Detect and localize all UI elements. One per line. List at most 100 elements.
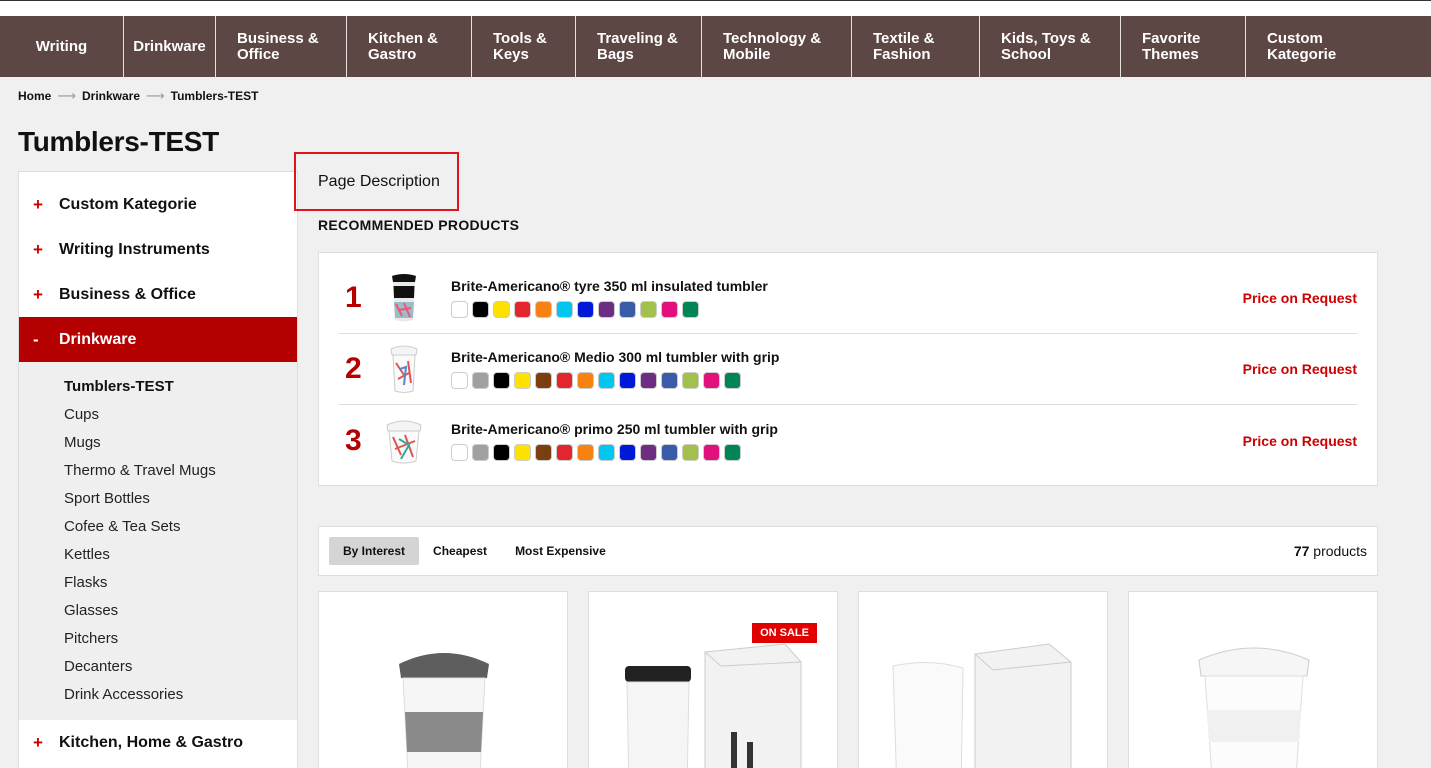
plus-icon: +	[33, 732, 43, 752]
color-swatches	[451, 372, 1243, 389]
color-swatch[interactable]	[577, 372, 594, 389]
color-swatch[interactable]	[724, 443, 741, 461]
color-swatch[interactable]	[514, 372, 531, 389]
product-count-number: 77	[1293, 543, 1310, 559]
color-swatch[interactable]	[451, 301, 468, 318]
color-swatch[interactable]	[493, 443, 510, 461]
breadcrumb-home[interactable]: Home	[18, 89, 51, 103]
breadcrumb-drinkware[interactable]: Drinkware	[82, 89, 140, 103]
color-swatch[interactable]	[619, 443, 636, 461]
sort-by-interest-button[interactable]: By Interest	[329, 537, 420, 565]
plus-icon: +	[33, 194, 43, 214]
nav-custom-kategorie[interactable]: Custom Kategorie	[1246, 16, 1431, 77]
color-swatch[interactable]	[472, 443, 489, 461]
sidebar-cat-kitchen-home-gastro[interactable]: + Kitchen, Home & Gastro	[19, 720, 297, 765]
color-swatch[interactable]	[682, 301, 699, 318]
sort-bar: By Interest Cheapest Most Expensive 77 p…	[318, 526, 1378, 576]
color-swatch[interactable]	[640, 301, 657, 318]
nav-drinkware[interactable]: Drinkware	[124, 16, 216, 77]
sidebar-subcat-pitchers[interactable]: Pitchers	[19, 624, 297, 652]
list-item: 1 Brite-Americano® tyre 350 ml insulated…	[339, 263, 1357, 334]
product-name[interactable]: Brite-Americano® primo 250 ml tumbler wi…	[451, 421, 1243, 437]
product-name[interactable]: Brite-Americano® tyre 350 ml insulated t…	[451, 278, 1243, 294]
breadcrumb: Home ⟶ Drinkware ⟶ Tumblers-TEST	[18, 88, 258, 104]
page-description: Page Description	[294, 152, 459, 211]
sidebar-cat-custom-kategorie[interactable]: + Custom Kategorie	[19, 182, 297, 227]
color-swatch[interactable]	[535, 443, 552, 461]
sidebar-subcat-sport-bottles[interactable]: Sport Bottles	[19, 484, 297, 512]
price-on-request[interactable]: Price on Request	[1243, 361, 1357, 377]
sidebar-subcat-kettles[interactable]: Kettles	[19, 540, 297, 568]
nav-textile-fashion[interactable]: Textile & Fashion	[852, 16, 980, 77]
color-swatch[interactable]	[661, 443, 678, 461]
grey-tumbler-image	[399, 653, 489, 768]
nav-favorite-themes[interactable]: Favorite Themes	[1121, 16, 1246, 77]
color-swatch[interactable]	[640, 443, 657, 461]
sidebar-subcat-mugs[interactable]: Mugs	[19, 428, 297, 456]
color-swatch[interactable]	[577, 301, 594, 318]
color-swatch[interactable]	[493, 372, 510, 389]
price-on-request[interactable]: Price on Request	[1243, 290, 1357, 306]
color-swatch[interactable]	[535, 372, 552, 389]
color-swatches	[451, 301, 1243, 318]
color-swatch[interactable]	[661, 301, 678, 318]
product-thumbnail[interactable]	[375, 341, 433, 397]
product-card[interactable]	[1128, 591, 1378, 768]
color-swatch[interactable]	[703, 443, 720, 461]
recommended-title: RECOMMENDED PRODUCTS	[318, 217, 520, 233]
sidebar-subcat-thermo-travel-mugs[interactable]: Thermo & Travel Mugs	[19, 456, 297, 484]
sidebar-subcat-glasses[interactable]: Glasses	[19, 596, 297, 624]
color-swatch[interactable]	[703, 372, 720, 389]
color-swatch[interactable]	[514, 443, 531, 461]
color-swatch[interactable]	[514, 301, 531, 318]
color-swatch[interactable]	[577, 443, 594, 461]
plus-icon: +	[33, 239, 43, 259]
color-swatch[interactable]	[682, 443, 699, 461]
color-swatch[interactable]	[598, 372, 615, 389]
color-swatch[interactable]	[724, 372, 741, 389]
color-swatch[interactable]	[472, 301, 489, 318]
color-swatch[interactable]	[472, 372, 489, 389]
color-swatch[interactable]	[451, 443, 468, 461]
color-swatch[interactable]	[556, 372, 573, 389]
color-swatch[interactable]	[661, 372, 678, 389]
product-card[interactable]	[318, 591, 568, 768]
sidebar-subcat-cofee-tea-sets[interactable]: Cofee & Tea Sets	[19, 512, 297, 540]
color-swatch[interactable]	[682, 372, 699, 389]
product-card[interactable]	[858, 591, 1108, 768]
nav-kitchen-gastro[interactable]: Kitchen & Gastro	[347, 16, 472, 77]
arrow-right-icon: ⟶	[57, 88, 76, 103]
product-name[interactable]: Brite-Americano® Medio 300 ml tumbler wi…	[451, 349, 1243, 365]
sidebar-cat-business-office[interactable]: + Business & Office	[19, 272, 297, 317]
color-swatch[interactable]	[598, 443, 615, 461]
nav-kids-toys-school[interactable]: Kids, Toys & School	[980, 16, 1121, 77]
color-swatch[interactable]	[493, 301, 510, 318]
product-thumbnail[interactable]	[375, 413, 433, 469]
nav-traveling-bags[interactable]: Traveling & Bags	[576, 16, 702, 77]
nav-technology-mobile[interactable]: Technology & Mobile	[702, 16, 852, 77]
sidebar-subcat-drink-accessories[interactable]: Drink Accessories	[19, 680, 297, 708]
sidebar-subcat-flasks[interactable]: Flasks	[19, 568, 297, 596]
color-swatch[interactable]	[640, 372, 657, 389]
price-on-request[interactable]: Price on Request	[1243, 433, 1357, 449]
sidebar-subcat-decanters[interactable]: Decanters	[19, 652, 297, 680]
sidebar-subcat-cups[interactable]: Cups	[19, 400, 297, 428]
color-swatch[interactable]	[451, 372, 468, 389]
color-swatch[interactable]	[556, 301, 573, 318]
sidebar-cat-drinkware[interactable]: - Drinkware	[19, 317, 297, 362]
nav-business-office[interactable]: Business & Office	[216, 16, 347, 77]
nav-tools-keys[interactable]: Tools & Keys	[472, 16, 576, 77]
nav-writing[interactable]: Writing	[0, 16, 124, 77]
sort-cheapest-button[interactable]: Cheapest	[419, 537, 501, 565]
color-swatch[interactable]	[535, 301, 552, 318]
sidebar-subcat-tumblers[interactable]: Tumblers-TEST	[19, 372, 297, 400]
tumbler-primo-icon	[386, 420, 422, 463]
sidebar-cat-writing-instruments[interactable]: + Writing Instruments	[19, 227, 297, 272]
product-thumbnail[interactable]	[375, 270, 433, 326]
sort-most-expensive-button[interactable]: Most Expensive	[501, 537, 620, 565]
color-swatch[interactable]	[619, 301, 636, 318]
color-swatch[interactable]	[598, 301, 615, 318]
color-swatch[interactable]	[619, 372, 636, 389]
product-card[interactable]: ON SALE	[588, 591, 838, 768]
color-swatch[interactable]	[556, 443, 573, 461]
